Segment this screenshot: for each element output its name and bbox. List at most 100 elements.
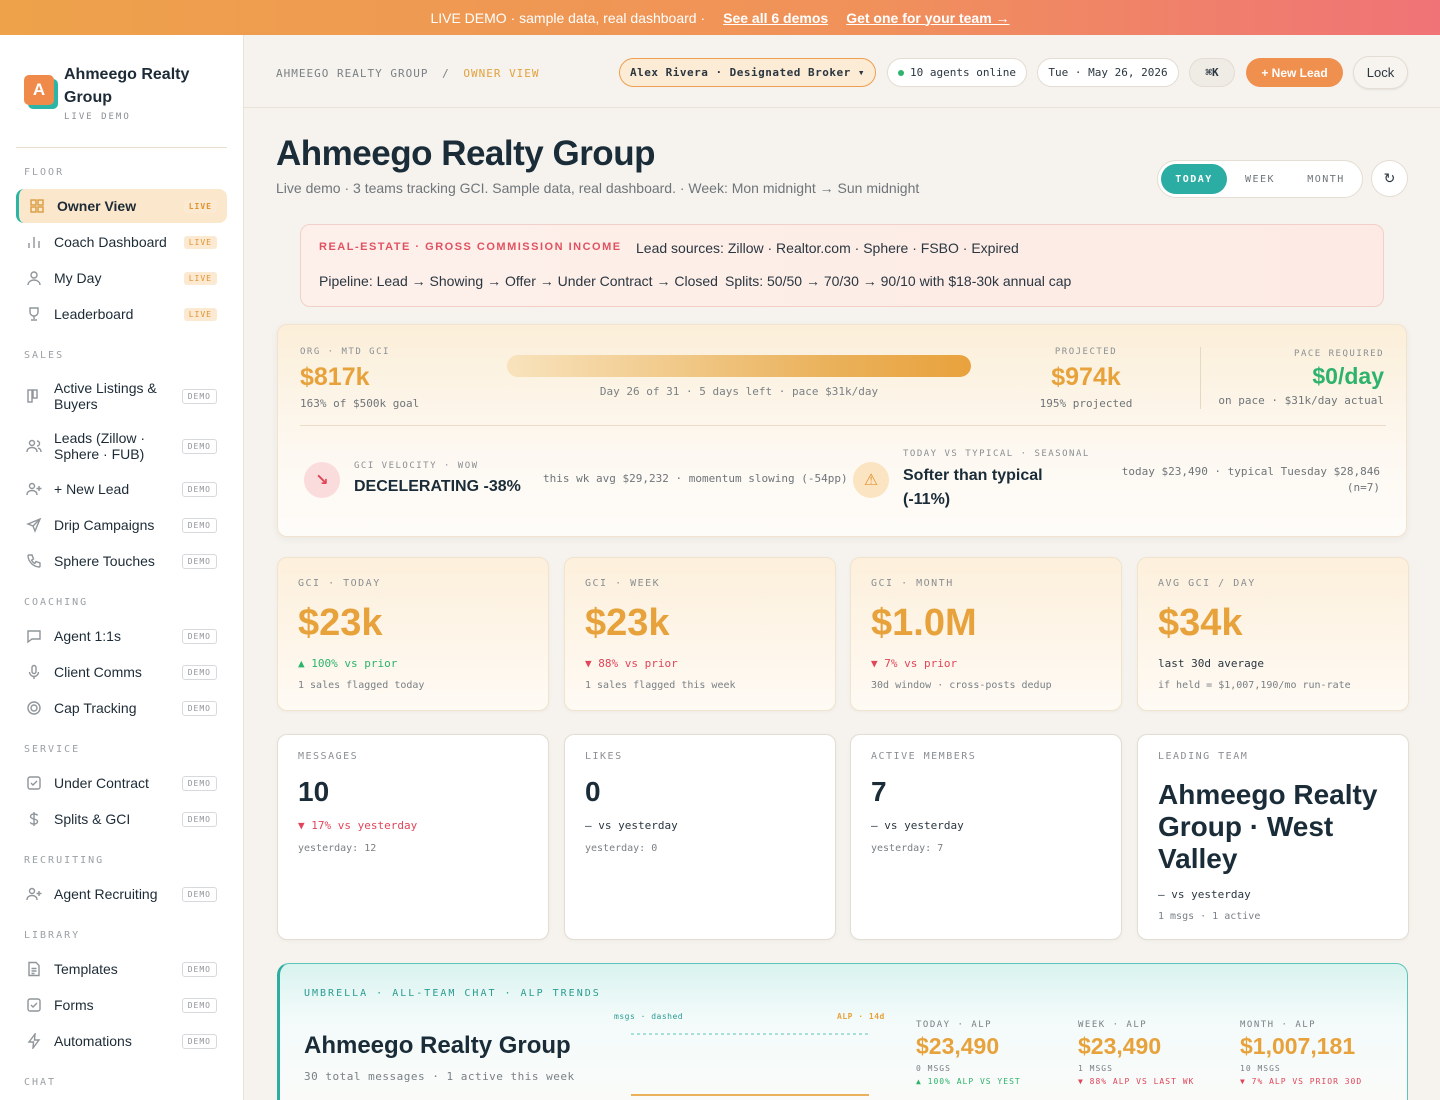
brand[interactable]: A Ahmeego Realty Group LIVE DEMO: [24, 63, 214, 122]
section-coaching: COACHING: [24, 597, 89, 608]
demo-badge: DEMO: [181, 886, 217, 902]
projected-value: $974k: [1051, 363, 1121, 391]
split-structure: Splits: 50/50 → 70/30 → 90/10 with $18-3…: [725, 273, 1072, 289]
sidebar-item-label: Forms: [54, 997, 94, 1013]
typical-label: TODAY VS TYPICAL · SEASONAL: [903, 449, 1090, 459]
demo-badge: DEMO: [181, 961, 217, 977]
sidebar-item-forms[interactable]: Forms DEMO: [16, 988, 227, 1022]
date-display: Tue · May 26, 2026: [1037, 58, 1179, 87]
card-label: AVG GCI / DAY: [1158, 578, 1256, 589]
projected-sub: 195% projected: [1039, 397, 1133, 410]
card-delta: — vs yesterday: [1158, 888, 1251, 901]
sidebar-item-label: Client Comms: [54, 664, 142, 680]
card-delta: — vs yesterday: [871, 819, 964, 832]
card-label: GCI · MONTH: [871, 578, 954, 589]
live-badge: LIVE: [183, 307, 217, 321]
page-title: Ahmeego Realty Group: [276, 134, 655, 173]
sidebar-item-label: Leaderboard: [54, 306, 134, 322]
section-library: LIBRARY: [24, 930, 81, 941]
kpi-label: TODAY · ALP: [916, 1020, 993, 1030]
demo-badge: DEMO: [181, 664, 217, 680]
online-dot: [898, 69, 905, 76]
sidebar-item-label: Cap Tracking: [54, 700, 137, 716]
umbrella-kpi-week: WEEK · ALP $23,490 1 MSGS ▼ 88% ALP VS L…: [1078, 1020, 1194, 1086]
industry-info-panel: REAL-ESTATE · GROSS COMMISSION INCOME Le…: [300, 224, 1384, 307]
sidebar-item-under-contract[interactable]: Under Contract DEMO: [16, 766, 227, 800]
sidebar-item-cap-tracking[interactable]: Cap Tracking DEMO: [16, 691, 227, 725]
sidebar-item-agent-recruiting[interactable]: Agent Recruiting DEMO: [16, 877, 227, 911]
sidebar-item-active-listings[interactable]: Active Listings & Buyers DEMO: [16, 376, 227, 416]
user-icon: [27, 271, 41, 286]
sidebar-item-label: Coach Dashboard: [54, 234, 167, 250]
check-square-icon: [27, 998, 41, 1012]
kpi-msgs: 1 MSGS: [1078, 1064, 1113, 1073]
kpi-label: MONTH · ALP: [1240, 1020, 1317, 1030]
command-palette-button[interactable]: ⌘K: [1189, 58, 1235, 87]
umbrella-label: UMBRELLA · ALL-TEAM CHAT · ALP TRENDS: [304, 988, 601, 999]
range-week-tab[interactable]: WEEK: [1227, 164, 1293, 194]
see-all-demos-link[interactable]: See all 6 demos: [723, 10, 828, 26]
sidebar-item-client-comms[interactable]: Client Comms DEMO: [16, 655, 227, 689]
card-delta: ▼ 17% vs yesterday: [298, 819, 418, 832]
get-one-link[interactable]: Get one for your team →: [846, 10, 1009, 26]
sidebar-item-label: Leads (Zillow · Sphere · FUB): [54, 430, 146, 462]
sidebar-item-splits-gci[interactable]: Splits & GCI DEMO: [16, 802, 227, 836]
sidebar-item-label: Splits & GCI: [54, 811, 131, 827]
demo-badge: DEMO: [181, 775, 217, 791]
sidebar-item-agent-1on1s[interactable]: Agent 1:1s DEMO: [16, 619, 227, 653]
kpi-delta: ▼ 88% ALP VS LAST WK: [1078, 1077, 1195, 1086]
user-plus-icon: [26, 887, 42, 901]
sidebar-item-coach-dashboard[interactable]: Coach Dashboard LIVE: [16, 225, 227, 259]
warning-icon: ⚠: [853, 462, 889, 498]
card-value: $1.0M: [871, 602, 977, 644]
sidebar-item-new-lead[interactable]: + New Lead DEMO: [16, 472, 227, 506]
sidebar-item-owner-view[interactable]: Owner View LIVE: [16, 189, 227, 223]
bar-chart-icon: [28, 237, 40, 248]
kpi-delta: ▲ 100% ALP VS YEST: [916, 1077, 1021, 1086]
card-note: if held = $1,007,190/mo run-rate: [1158, 680, 1351, 691]
umbrella-kpi-today: TODAY · ALP $23,490 0 MSGS ▲ 100% ALP VS…: [916, 1020, 1021, 1086]
range-month-tab[interactable]: MONTH: [1293, 164, 1359, 194]
sidebar-item-label: Sphere Touches: [54, 553, 155, 569]
sidebar-item-leads[interactable]: Leads (Zillow · Sphere · FUB) DEMO: [16, 426, 227, 466]
leading-team-name: Ahmeego Realty Group · West Valley: [1158, 779, 1378, 874]
sidebar-item-leaderboard[interactable]: Leaderboard LIVE: [16, 297, 227, 331]
file-icon: [28, 961, 40, 977]
sidebar-item-sphere-touches[interactable]: Sphere Touches DEMO: [16, 544, 227, 578]
refresh-button[interactable]: ↻: [1371, 160, 1408, 197]
sidebar-item-label: Active Listings & Buyers: [54, 380, 157, 412]
gci-week-card: GCI · WEEK $23k ▼ 88% vs prior 1 sales f…: [564, 557, 836, 711]
kpi-delta: ▼ 7% ALP VS PRIOR 30D: [1240, 1077, 1363, 1086]
brand-name: Ahmeego Realty Group: [64, 66, 190, 106]
user-role-dropdown[interactable]: Alex Rivera · Designated Broker ▾: [619, 58, 876, 87]
kpi-msgs: 0 MSGS: [916, 1064, 951, 1073]
kpi-value: $23,490: [916, 1033, 1000, 1059]
breadcrumb-root[interactable]: AHMEEGO REALTY GROUP: [276, 67, 428, 80]
typical-value: Softer than typical (-11%): [903, 467, 1043, 508]
lock-button[interactable]: Lock: [1353, 56, 1408, 89]
card-delta: ▼ 7% vs prior: [871, 657, 958, 670]
kpi-value: $1,007,181: [1240, 1033, 1356, 1059]
sidebar-item-my-day[interactable]: My Day LIVE: [16, 261, 227, 295]
card-value: 10: [298, 776, 330, 807]
demo-badge: DEMO: [181, 553, 217, 569]
card-label: GCI · TODAY: [298, 578, 381, 589]
divider: [1200, 347, 1201, 409]
sidebar-item-templates[interactable]: Templates DEMO: [16, 952, 227, 986]
demo-badge: DEMO: [181, 481, 217, 497]
card-value: 7: [871, 776, 887, 807]
range-today-tab[interactable]: TODAY: [1161, 164, 1227, 194]
sidebar-item-label: Drip Campaigns: [54, 517, 155, 533]
info-tag: REAL-ESTATE · GROSS COMMISSION INCOME: [319, 241, 622, 253]
demo-badge: DEMO: [181, 700, 217, 716]
card-note: 1 msgs · 1 active: [1158, 911, 1261, 922]
card-delta: ▼ 88% vs prior: [585, 657, 678, 670]
sidebar-item-drip-campaigns[interactable]: Drip Campaigns DEMO: [16, 508, 227, 542]
sidebar-item-automations[interactable]: Automations DEMO: [16, 1024, 227, 1058]
new-lead-button[interactable]: + New Lead: [1246, 58, 1343, 87]
section-floor: FLOOR: [24, 167, 65, 178]
org-mtd-value: $817k: [300, 363, 370, 391]
likes-card: LIKES 0 — vs yesterday yesterday: 0: [564, 734, 836, 940]
kpi-msgs: 10 MSGS: [1240, 1064, 1281, 1073]
umbrella-subtitle: 30 total messages · 1 active this week: [304, 1070, 575, 1083]
